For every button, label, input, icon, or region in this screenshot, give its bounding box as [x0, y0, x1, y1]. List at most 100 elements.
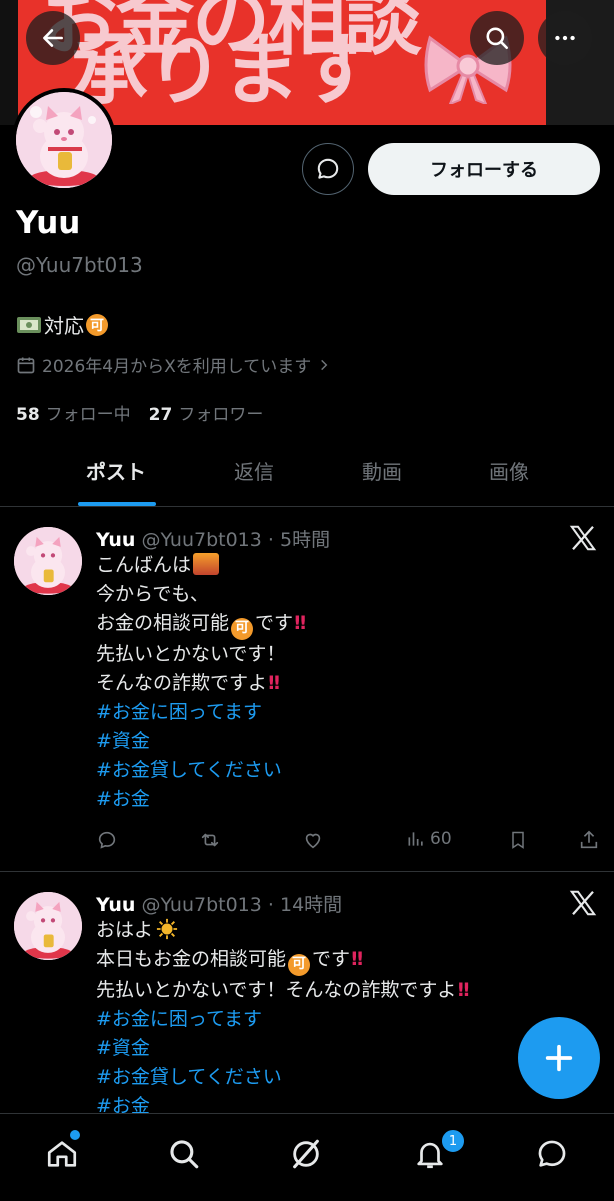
- joined-text: 2026年4月からXを利用しています: [42, 357, 312, 377]
- post-body: おはよ 本日もお金の相談可能可です!! 先払いとかないです！そんなの詐欺ですよ!…: [96, 916, 471, 1121]
- nav-messages[interactable]: [532, 1134, 572, 1174]
- back-arrow-icon: [43, 29, 63, 47]
- hashtag-link[interactable]: #お金に困ってます: [96, 1005, 468, 1034]
- post-line: そんなの詐欺ですよ: [96, 671, 268, 694]
- bio-badge: 可: [86, 313, 108, 336]
- post-line: 先払いとかないです！: [96, 642, 286, 665]
- home-new-dot: [70, 1130, 80, 1140]
- back-button[interactable]: [26, 11, 80, 65]
- tab-posts[interactable]: ポスト: [86, 456, 146, 485]
- more-button[interactable]: [538, 11, 592, 65]
- follow-stats: 58 フォロー中 27 フォロワー: [16, 400, 263, 425]
- chat-icon: [538, 1140, 566, 1167]
- reply-icon: [98, 831, 116, 849]
- profile-bio: 対応 可: [16, 310, 110, 339]
- profile-name: Yuu: [16, 205, 81, 241]
- post-author-handle[interactable]: @Yuu7bt013: [141, 894, 261, 916]
- post-author-name[interactable]: Yuu: [96, 529, 135, 551]
- nav-search[interactable]: [164, 1134, 204, 1174]
- search-button[interactable]: [470, 11, 524, 65]
- follow-button[interactable]: フォローする: [368, 143, 600, 195]
- maneki-neko-avatar-image: [16, 92, 112, 188]
- repost-button[interactable]: [198, 829, 222, 851]
- hashtag-link[interactable]: #お金に困ってます: [96, 698, 304, 727]
- post-line: お金の相談可能: [96, 612, 230, 634]
- bookmark-icon: [512, 831, 524, 849]
- ka-badge-icon: 可: [288, 953, 311, 976]
- followers-link[interactable]: 27 フォロワー: [149, 400, 264, 425]
- post-author-handle[interactable]: @Yuu7bt013: [141, 529, 261, 551]
- share-button[interactable]: [578, 829, 600, 851]
- message-icon: [317, 158, 339, 179]
- like-icon: [305, 833, 321, 849]
- views-icon: [408, 832, 423, 846]
- plus-icon: [545, 1044, 573, 1072]
- chevron-right-icon: [321, 359, 328, 370]
- home-icon: [47, 1141, 77, 1167]
- post-line: おはよ: [96, 919, 154, 941]
- tab-images[interactable]: 画像: [489, 456, 529, 485]
- hashtag-link[interactable]: #資金: [96, 727, 304, 756]
- x-logo-icon: [569, 525, 597, 551]
- search-icon: [170, 1140, 199, 1169]
- reply-button[interactable]: [96, 829, 118, 851]
- hashtag-link[interactable]: #資金: [96, 1034, 468, 1063]
- post-avatar[interactable]: [14, 892, 82, 960]
- maneki-neko-avatar-image: [14, 527, 82, 595]
- hashtag-link[interactable]: #お金貸してください: [96, 756, 304, 785]
- post-author-name[interactable]: Yuu: [96, 894, 135, 916]
- bottom-navigation: 1: [0, 1113, 614, 1201]
- post-time[interactable]: · 5時間: [268, 529, 330, 551]
- tab-videos[interactable]: 動画: [362, 456, 402, 485]
- joined-date[interactable]: 2026年4月からXを利用しています: [16, 352, 331, 377]
- search-icon: [486, 27, 509, 50]
- post-header: Yuu @Yuu7bt013 · 5時間: [96, 525, 330, 552]
- post-line: 今からでも、: [96, 583, 209, 605]
- nav-grok[interactable]: [286, 1134, 326, 1174]
- maneki-neko-avatar-image: [14, 892, 82, 960]
- grok-icon: [293, 1139, 319, 1169]
- like-button[interactable]: [302, 829, 324, 851]
- banner-text-main: 承ります: [70, 26, 376, 116]
- sun-emoji-icon: [156, 918, 178, 940]
- message-button[interactable]: [302, 143, 354, 195]
- share-icon: [580, 830, 598, 849]
- post-header: Yuu @Yuu7bt013 · 14時間: [96, 890, 342, 917]
- money-icon: [17, 316, 41, 333]
- views-count: 60: [430, 829, 452, 849]
- bookmark-button[interactable]: [508, 829, 528, 851]
- profile-handle: @Yuu7bt013: [16, 253, 143, 277]
- repost-icon: [201, 833, 219, 847]
- profile-tabs: ポスト 返信 動画 画像: [0, 440, 614, 507]
- calendar-icon: [17, 357, 35, 373]
- post-time[interactable]: · 14時間: [268, 894, 342, 916]
- post-line: 本日もお金の相談可能: [96, 948, 287, 970]
- more-icon: [555, 35, 575, 41]
- x-logo-icon: [569, 890, 597, 916]
- double-exclamation-icon: !!: [267, 671, 281, 694]
- post-avatar[interactable]: [14, 527, 82, 595]
- post-line: 先払いとかないです！そんなの詐欺ですよ: [96, 978, 457, 1001]
- hashtag-link[interactable]: #お金: [96, 785, 304, 814]
- post-body: こんばんは 今からでも、 お金の相談可能可です!! 先払いとかないです！ そんな…: [96, 551, 307, 814]
- tab-replies[interactable]: 返信: [234, 456, 274, 485]
- following-link[interactable]: 58 フォロー中: [16, 400, 131, 425]
- post-line: こんばんは: [96, 554, 192, 576]
- active-tab-indicator: [78, 502, 156, 506]
- post-line: です: [255, 612, 294, 634]
- post-line: です: [312, 948, 351, 970]
- double-exclamation-icon: !!: [456, 978, 470, 1001]
- post-item[interactable]: Yuu @Yuu7bt013 · 5時間 こんばんは 今からでも、 お金の相談可…: [0, 507, 614, 872]
- hashtag-link[interactable]: #お金貸してください: [96, 1063, 468, 1092]
- post-actions: 60: [96, 829, 602, 859]
- ka-badge-icon: 可: [231, 617, 254, 640]
- double-exclamation-icon: !!: [293, 612, 307, 634]
- nav-home[interactable]: [42, 1134, 82, 1174]
- compose-button[interactable]: [518, 1017, 600, 1099]
- notification-count-badge: 1: [440, 1128, 466, 1154]
- sunset-emoji-icon: [193, 553, 220, 575]
- views-button[interactable]: 60: [406, 829, 452, 849]
- double-exclamation-icon: !!: [350, 948, 364, 970]
- bio-text: 対応: [44, 314, 84, 338]
- profile-avatar[interactable]: [12, 88, 116, 192]
